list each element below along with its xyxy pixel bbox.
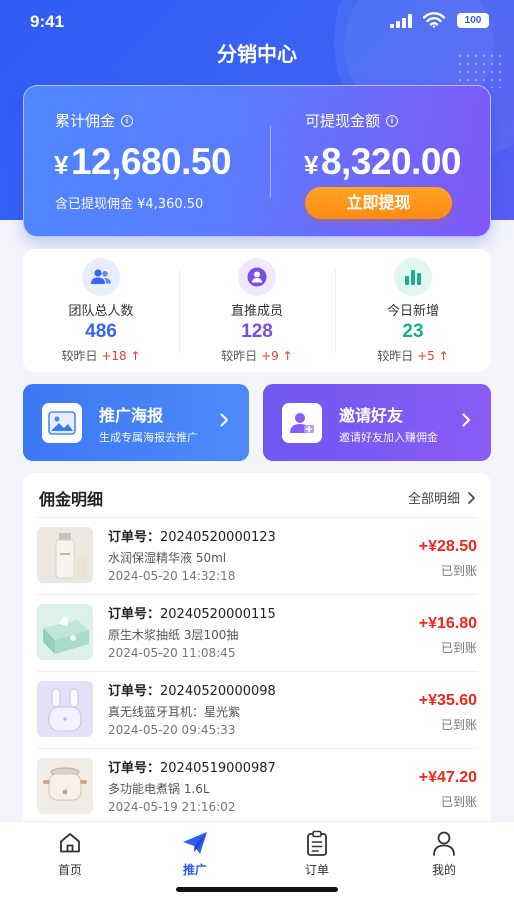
- order-time: 2024-05-20 14:32:18: [108, 569, 236, 583]
- order-time: 2024-05-20 09:45:33: [108, 723, 236, 737]
- total-commission-label: 累计佣金 i: [55, 110, 134, 131]
- tab-mine[interactable]: 我的: [404, 830, 484, 878]
- view-all-details-link[interactable]: 全部明细: [408, 488, 475, 507]
- arrow-up-icon: ↑: [438, 349, 449, 363]
- member-icon: [238, 258, 276, 296]
- stat-label: 直推成员: [230, 304, 283, 319]
- order-time: 2024-05-20 11:08:45: [108, 646, 236, 660]
- product-thumbnail-serum: [37, 527, 93, 583]
- tab-orders[interactable]: 订单: [277, 830, 357, 878]
- signal-icon: [390, 13, 416, 32]
- promo-poster-desc: 生成专属海报去推广: [99, 431, 198, 444]
- promo-invite-title: 邀请好友: [339, 406, 404, 425]
- status-time: 9:41: [30, 12, 65, 31]
- bar-chart-icon: [394, 258, 432, 296]
- user-icon: [404, 830, 484, 856]
- stat-value: 128: [241, 321, 273, 342]
- arrow-up-icon: ↑: [130, 349, 141, 363]
- available-amount: ¥8,320.00: [304, 141, 462, 182]
- available-amount-label: 可提现金额 i: [305, 110, 399, 131]
- commission-amount: +¥35.60: [418, 692, 477, 709]
- tab-promote[interactable]: 推广: [155, 830, 235, 878]
- stat-direct-members[interactable]: 直推成员 128 较昨日 +9 ↑: [179, 249, 335, 372]
- promo-poster-title: 推广海报: [99, 406, 164, 425]
- battery-icon: 100: [457, 13, 489, 28]
- product-thumbnail-earbuds: [37, 681, 93, 737]
- total-commission-amount: ¥12,680.50: [54, 141, 232, 182]
- list-item[interactable]: 订单号：20240519000987 多功能电煮锅 1.6L 2024-05-1…: [37, 748, 477, 825]
- commission-details-list: 佣金明细 全部明细 订单号：20240520000123 水润保湿精华液 50m…: [23, 473, 491, 833]
- stat-compare: 较昨日 +9 ↑: [221, 349, 293, 363]
- withdrawn-commission-text: 含已提现佣金 ¥4,360.50: [55, 197, 204, 212]
- promo-invite-desc: 邀请好友加入赚佣金: [339, 431, 438, 444]
- info-icon[interactable]: i: [386, 114, 399, 127]
- info-icon[interactable]: i: [121, 114, 134, 127]
- commission-amount: +¥16.80: [418, 615, 477, 632]
- arrow-up-icon: ↑: [282, 349, 293, 363]
- send-icon: [155, 830, 235, 856]
- add-user-icon: [282, 403, 322, 443]
- status-badge: 已到账: [440, 641, 477, 655]
- status-badge: 已到账: [440, 564, 477, 578]
- chevron-right-icon: [462, 412, 471, 431]
- commission-card: 累计佣金 i ¥12,680.50 含已提现佣金 ¥4,360.50 可提现金额…: [23, 85, 491, 237]
- list-header: 佣金明细 全部明细: [23, 473, 491, 517]
- order-time: 2024-05-19 21:16:02: [108, 800, 236, 814]
- order-number: 订单号：20240519000987: [108, 761, 276, 776]
- clipboard-icon: [277, 830, 357, 856]
- wifi-icon: [422, 12, 446, 32]
- list-item[interactable]: 订单号：20240520000115 原生木浆抽纸 3层100抽 2024-05…: [37, 594, 477, 671]
- home-indicator: [176, 887, 338, 892]
- stat-team-total[interactable]: 团队总人数 486 较昨日 +18 ↑: [23, 249, 179, 372]
- chevron-right-icon: [468, 491, 475, 504]
- promo-poster-card[interactable]: 推广海报 生成专属海报去推广: [23, 384, 249, 461]
- stat-label: 今日新增: [386, 304, 439, 319]
- list-item[interactable]: 订单号：20240520000123 水润保湿精华液 50ml 2024-05-…: [37, 517, 477, 594]
- team-stats-card: 团队总人数 486 较昨日 +18 ↑ 直推成员 128 较昨日 +9 ↑ 今日…: [23, 249, 491, 372]
- product-name: 真无线蓝牙耳机：星光紫: [108, 705, 241, 719]
- product-name: 水润保湿精华液 50ml: [108, 551, 227, 565]
- card-divider: [270, 126, 271, 198]
- stat-compare: 较昨日 +5 ↑: [377, 349, 449, 363]
- product-thumbnail-cooker: [37, 758, 93, 814]
- page-title: 分销中心: [217, 42, 297, 66]
- home-icon: [30, 830, 110, 856]
- stat-value: 23: [402, 321, 424, 342]
- stat-label: 团队总人数: [68, 304, 134, 319]
- commission-amount: +¥28.50: [418, 538, 477, 555]
- promo-invite-card[interactable]: 邀请好友 邀请好友加入赚佣金: [263, 384, 491, 461]
- stat-value: 486: [85, 321, 117, 342]
- order-number: 订单号：20240520000123: [108, 530, 276, 545]
- order-number: 订单号：20240520000098: [108, 684, 276, 699]
- product-name: 多功能电煮锅 1.6L: [108, 782, 210, 796]
- list-item[interactable]: 订单号：20240520000098 真无线蓝牙耳机：星光紫 2024-05-2…: [37, 671, 477, 748]
- product-name: 原生木浆抽纸 3层100抽: [108, 628, 239, 642]
- status-badge: 已到账: [440, 718, 477, 732]
- image-icon: [42, 403, 82, 443]
- stat-compare: 较昨日 +18 ↑: [61, 349, 141, 363]
- team-icon: [82, 258, 120, 296]
- commission-amount: +¥47.20: [418, 769, 477, 786]
- withdraw-button[interactable]: 立即提现: [305, 187, 452, 219]
- order-number: 订单号：20240520000115: [108, 607, 276, 622]
- status-badge: 已到账: [440, 795, 477, 809]
- tab-home[interactable]: 首页: [30, 830, 110, 878]
- stat-today-new[interactable]: 今日新增 23 较昨日 +5 ↑: [335, 249, 491, 372]
- list-title: 佣金明细: [39, 490, 104, 509]
- chevron-right-icon: [220, 412, 229, 431]
- product-thumbnail-tissue: [37, 604, 93, 660]
